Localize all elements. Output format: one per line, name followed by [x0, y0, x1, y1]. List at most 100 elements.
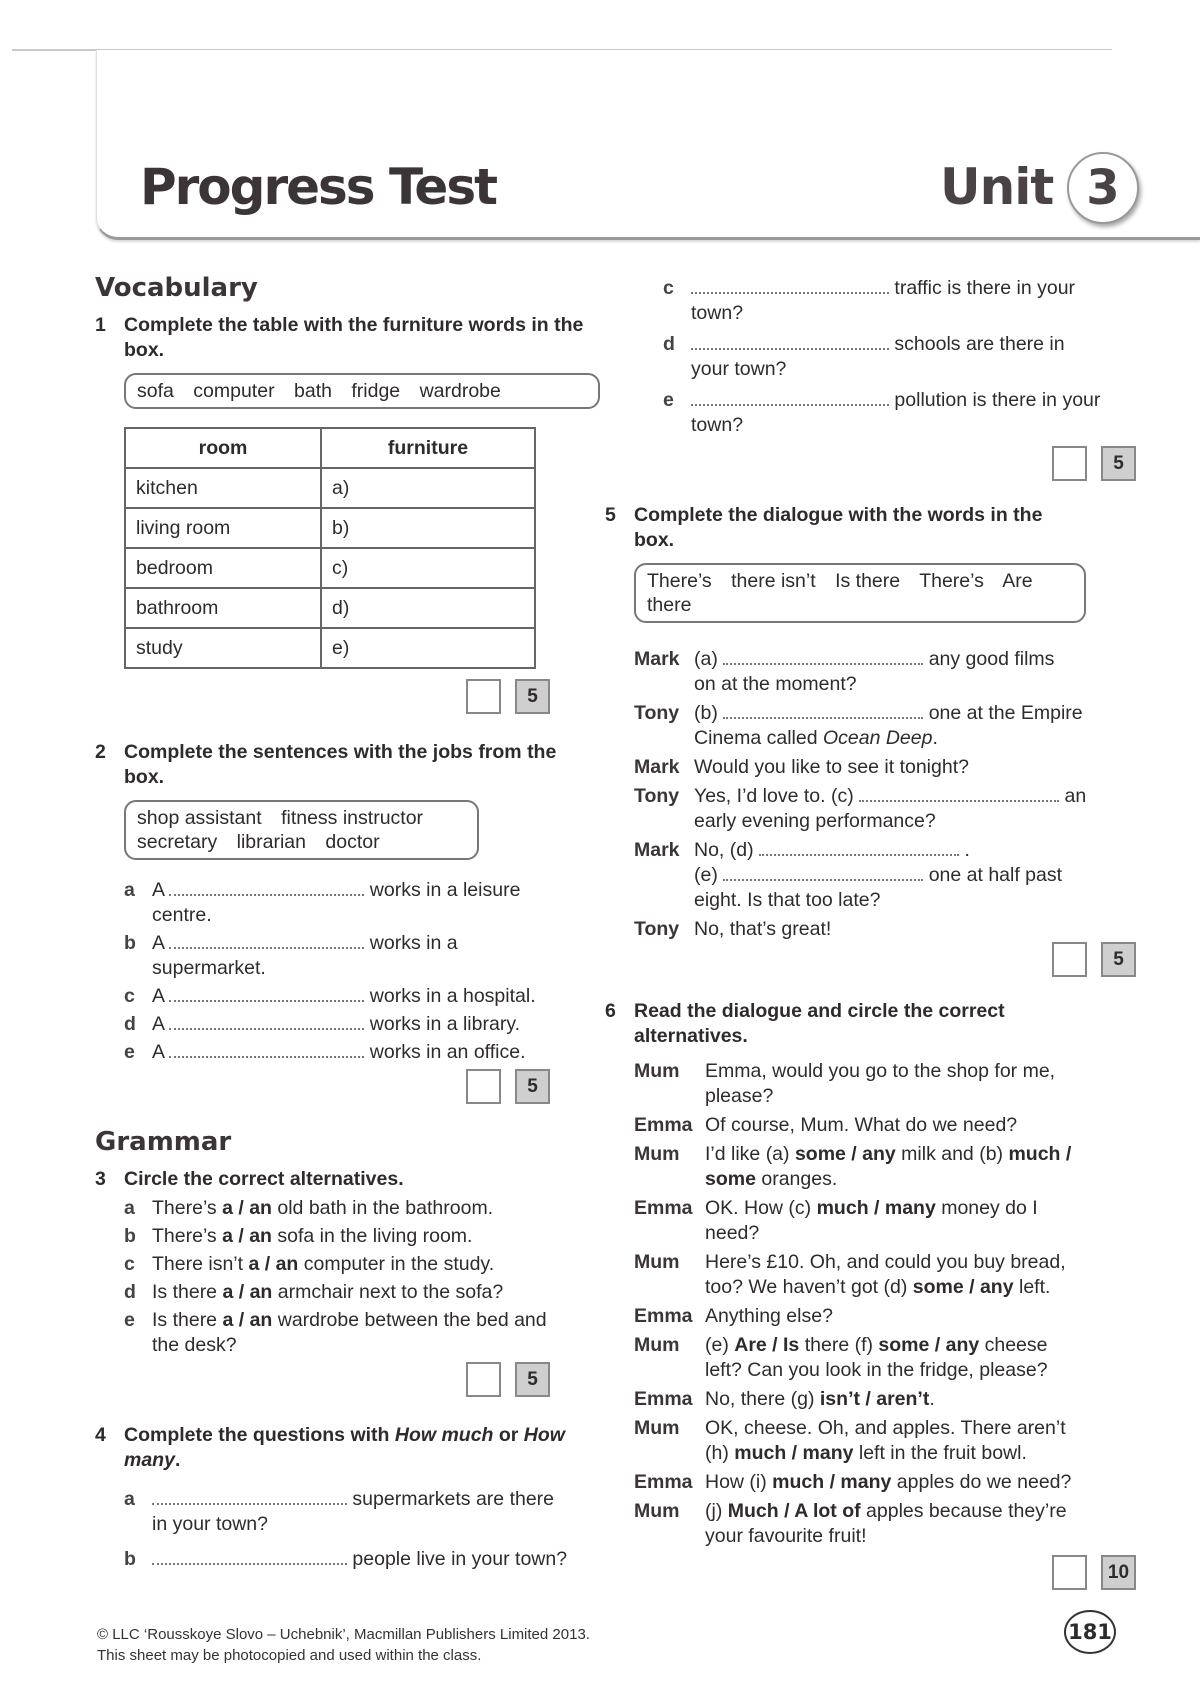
word-box-item: bath [294, 380, 332, 402]
dialogue-line: Mark Would you like to see it tonight? [634, 755, 1144, 780]
speaker-name: Tony [634, 918, 680, 940]
item-letter: b [124, 932, 136, 954]
furniture-answer-cell[interactable]: b) [320, 507, 536, 549]
line-mid: . [964, 839, 970, 861]
line-prefix: Yes, I’d love to. (c) [694, 785, 854, 807]
page-number: 181 [1064, 1610, 1116, 1654]
dialogue-line: Emma Anything else? [634, 1304, 1144, 1329]
alternative-options[interactable]: a / an [248, 1253, 298, 1275]
dialogue-text: (a) any good films on at the moment? [694, 647, 1074, 697]
item-letter: c [124, 1253, 135, 1275]
score-row-ex5: 5 [634, 942, 1136, 977]
alternative-options[interactable]: isn’t / aren’t [820, 1388, 929, 1410]
page-title: Progress Test [140, 158, 498, 216]
item-text: A works in a supermarket. [152, 931, 472, 981]
photocopy-note: This sheet may be photocopied and used w… [97, 1647, 482, 1664]
alternative-options[interactable]: a / an [222, 1225, 272, 1247]
exercise-number: 5 [605, 504, 616, 526]
score-input-box[interactable] [466, 679, 501, 714]
table-row: bedroom c) [124, 547, 536, 589]
answer-blank[interactable] [723, 649, 924, 665]
furniture-table: room furniture kitchen a) living room b)… [124, 427, 536, 669]
alternative-options[interactable]: much / many [817, 1197, 936, 1219]
word-box-item: There’s [647, 570, 712, 592]
answer-blank[interactable] [169, 880, 365, 896]
answer-blank[interactable] [691, 390, 889, 406]
answer-blank[interactable] [152, 1549, 347, 1565]
alternative-options[interactable]: much / many [772, 1471, 891, 1493]
dialogue-text: How (i) much / many apples do we need? [705, 1471, 1072, 1493]
furniture-answer-cell[interactable]: c) [320, 547, 536, 589]
sentence-item: a A works in a leisure centre. [124, 878, 600, 928]
answer-blank[interactable] [691, 278, 889, 294]
alternative-options[interactable]: some / any [878, 1334, 979, 1356]
item-suffix: armchair next to the sofa? [277, 1281, 504, 1303]
room-cell: living room [124, 507, 322, 549]
dialogue-text: Of course, Mum. What do we need? [705, 1114, 1018, 1136]
exercise-number: 2 [95, 741, 106, 763]
furniture-answer-cell[interactable]: d) [320, 587, 536, 629]
dialogue-text: Yes, I’d love to. (c) an early evening p… [694, 784, 1094, 834]
item-prefix: There isn’t [152, 1253, 244, 1275]
answer-blank[interactable] [723, 703, 924, 719]
item-suffix: computer in the study. [303, 1253, 495, 1275]
dialogue-line: Emma No, there (g) isn’t / aren’t. [634, 1387, 1144, 1412]
dialogue-line: Mum (e) Are / Is there (f) some / any che… [634, 1333, 1144, 1383]
room-cell: kitchen [124, 467, 322, 509]
item-letter: e [124, 1041, 135, 1063]
sentence-item: b A works in a supermarket. [124, 931, 600, 981]
alternative-options[interactable]: Are / Is [734, 1334, 799, 1356]
item-letter: c [663, 277, 674, 299]
word-box-item: Is there [835, 570, 901, 592]
furniture-answer-cell[interactable]: e) [320, 627, 536, 669]
answer-blank[interactable] [723, 865, 924, 881]
question-item: a supermarkets are there in your town? [124, 1487, 600, 1537]
alternative-options[interactable]: a / an [222, 1197, 272, 1219]
alternative-options[interactable]: some / any [913, 1276, 1014, 1298]
furniture-answer-cell[interactable]: a) [320, 467, 536, 509]
word-box-line: secretary librarian doctor [137, 830, 466, 854]
exercise-5-heading: 5 Complete the dialogue with the words i… [605, 503, 1075, 553]
answer-blank[interactable] [152, 1489, 347, 1505]
score-input-box[interactable] [466, 1069, 501, 1104]
answer-blank[interactable] [759, 840, 960, 856]
line-prefix: (e) [694, 864, 718, 886]
speaker-name: Mum [634, 1417, 680, 1439]
dialogue-text: Anything else? [705, 1305, 833, 1327]
word-box-jobs: shop assistant fitness instructor secret… [124, 800, 479, 860]
item-suffix: works in a library. [369, 1013, 521, 1035]
question-item: c traffic is there in your town? [663, 276, 1103, 326]
item-letter: b [124, 1225, 136, 1247]
answer-blank[interactable] [169, 1042, 365, 1058]
exercise-2-heading: 2 Complete the sentences with the jobs f… [95, 740, 600, 790]
item-text: There isn’t a / an computer in the study… [152, 1252, 494, 1277]
answer-blank[interactable] [169, 1014, 365, 1030]
speaker-name: Mark [634, 756, 680, 778]
score-input-box[interactable] [1052, 1555, 1087, 1590]
room-cell: bathroom [124, 587, 322, 629]
speaker-name: Emma [634, 1305, 693, 1327]
answer-blank[interactable] [859, 786, 1060, 802]
footer: © LLC ‘Rousskoye Slovo – Uchebnik’, Macm… [97, 1624, 590, 1666]
column-header-furniture: furniture [320, 427, 536, 469]
dialogue-line: Tony No, that’s great! [634, 917, 1144, 942]
score-input-box[interactable] [466, 1362, 501, 1397]
answer-blank[interactable] [169, 986, 365, 1002]
speaker-name: Emma [634, 1471, 693, 1493]
alternative-options[interactable]: a / an [222, 1309, 272, 1331]
exercise-instruction: Complete the sentences with the jobs fro… [124, 741, 557, 788]
score-input-box[interactable] [1052, 942, 1087, 977]
answer-blank[interactable] [169, 933, 365, 949]
speaker-name: Mum [634, 1334, 680, 1356]
alternative-options[interactable]: a / an [222, 1281, 272, 1303]
max-score-badge: 5 [515, 1069, 550, 1104]
item-letter: b [124, 1548, 136, 1570]
alternative-options[interactable]: Much / A lot of [728, 1500, 861, 1522]
answer-blank[interactable] [691, 334, 889, 350]
question-item: b people live in your town? [124, 1547, 600, 1572]
alternative-options[interactable]: some / any [795, 1143, 896, 1165]
item-text: people live in your town? [152, 1547, 567, 1572]
speaker-name: Mum [634, 1251, 680, 1273]
score-input-box[interactable] [1052, 446, 1087, 481]
alternative-options[interactable]: much / many [734, 1442, 853, 1464]
